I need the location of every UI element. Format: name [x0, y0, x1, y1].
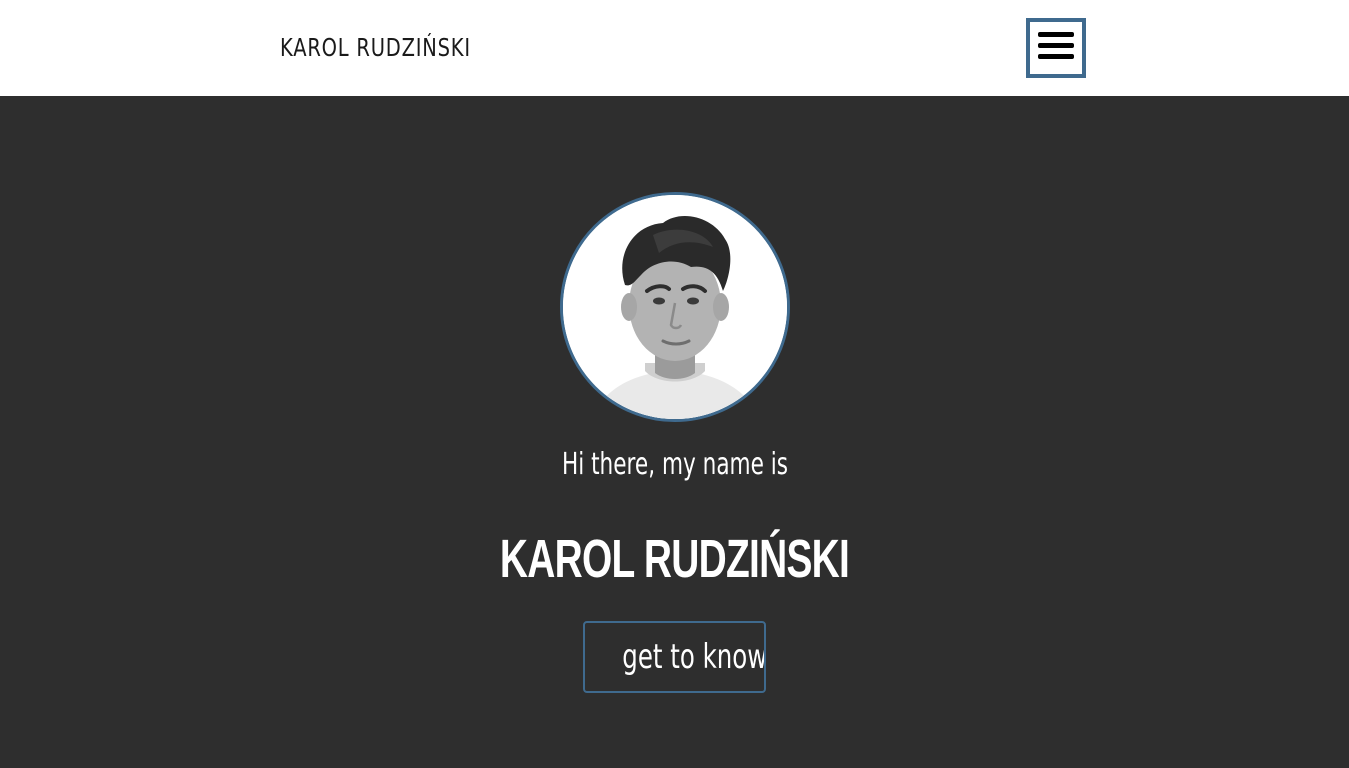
- page-title-label: KAROL RUDZIŃSKI: [499, 529, 850, 589]
- site-brand-name[interactable]: KAROL RUDZIŃSKI: [280, 30, 471, 66]
- profile-photo: [563, 195, 787, 419]
- top-navigation-bar: KAROL RUDZIŃSKI: [0, 0, 1349, 96]
- hero-section: Hi there, my name is KAROL RUDZIŃSKI get…: [0, 96, 1349, 768]
- hamburger-menu-button[interactable]: [1026, 18, 1086, 78]
- avatar: [560, 192, 790, 422]
- get-to-know-me-label: get to know me: [622, 637, 766, 677]
- greeting-text: Hi there, my name is: [0, 442, 1349, 488]
- get-to-know-me-button[interactable]: get to know me: [583, 621, 766, 693]
- page-title: KAROL RUDZIŃSKI: [0, 524, 1349, 594]
- greeting-label: Hi there, my name is: [561, 447, 788, 482]
